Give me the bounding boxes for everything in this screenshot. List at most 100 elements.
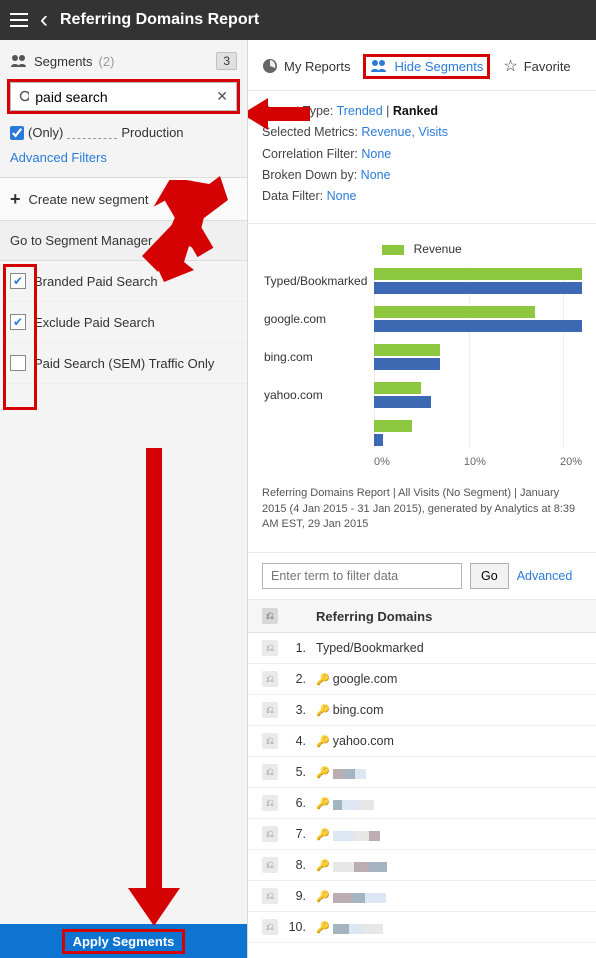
- correlation-filter-link[interactable]: None: [361, 147, 391, 161]
- table-row[interactable]: ⎌6.🔑: [248, 788, 596, 819]
- row-domain: 🔑: [316, 858, 387, 872]
- only-suffix: Production: [121, 125, 183, 140]
- row-domain: 🔑: [316, 920, 383, 934]
- chart-x-axis: 0%10%20%: [374, 456, 582, 468]
- row-number: 6.: [288, 796, 306, 810]
- segments-header: Segments (2) 3: [0, 40, 247, 78]
- meta-sep: |: [386, 104, 389, 118]
- segments-sidebar: Segments (2) 3 ✕ (Only) Production Advan…: [0, 40, 248, 958]
- legend-label: Revenue: [414, 242, 462, 256]
- plus-icon: +: [10, 190, 21, 208]
- meta-label: Selected Metrics:: [262, 125, 358, 139]
- report-tabs: My Reports Hide Segments ☆ Favorite: [248, 40, 596, 91]
- segment-result-list: Branded Paid Search Exclude Paid Search …: [0, 261, 247, 924]
- back-chevron-icon[interactable]: ‹: [40, 8, 48, 32]
- meta-label: Broken Down by:: [262, 168, 357, 182]
- chart-bar-secondary: [374, 282, 582, 294]
- apply-segments-label: Apply Segments: [65, 932, 183, 951]
- table-filter-input[interactable]: [262, 563, 462, 589]
- row-number: 10.: [288, 920, 306, 934]
- chart-row-label: Typed/Bookmarked: [262, 274, 374, 288]
- go-button[interactable]: Go: [470, 563, 509, 589]
- segment-checkbox[interactable]: [10, 355, 26, 371]
- data-filter-link[interactable]: None: [327, 189, 357, 203]
- apply-segments-button[interactable]: Apply Segments: [0, 924, 247, 958]
- row-number: 3.: [288, 703, 306, 717]
- table-row[interactable]: ⎌3.🔑 bing.com: [248, 695, 596, 726]
- row-domain: 🔑 yahoo.com: [316, 734, 394, 748]
- segment-item[interactable]: Branded Paid Search: [0, 261, 247, 302]
- meta-label: Data Filter:: [262, 189, 323, 203]
- axis-tick: 0%: [374, 456, 390, 468]
- segments-count: (2): [99, 54, 115, 69]
- row-settings-icon[interactable]: ⎌: [262, 919, 278, 935]
- segment-checkbox[interactable]: [10, 314, 26, 330]
- go-segment-manager-link[interactable]: Go to Segment Manager: [0, 221, 247, 261]
- segment-search-field[interactable]: [35, 89, 216, 105]
- only-filter-row: (Only) Production: [0, 119, 247, 144]
- report-type-trended-link[interactable]: Trended: [337, 104, 383, 118]
- table-advanced-link[interactable]: Advanced: [517, 569, 573, 583]
- segment-item[interactable]: Paid Search (SEM) Traffic Only: [0, 343, 247, 384]
- legend-swatch: [382, 245, 404, 255]
- tab-favorite-label: Favorite: [524, 59, 571, 74]
- segment-item-label: Exclude Paid Search: [34, 315, 155, 330]
- people-icon: [10, 54, 28, 68]
- chart-bar-revenue: [374, 420, 412, 432]
- tab-favorite[interactable]: ☆ Favorite: [503, 56, 570, 76]
- selected-metrics-link[interactable]: Revenue, Visits: [361, 125, 448, 139]
- table-row[interactable]: ⎌7.🔑: [248, 819, 596, 850]
- segments-badge: 3: [216, 52, 237, 70]
- row-settings-icon[interactable]: ⎌: [262, 826, 278, 842]
- row-settings-icon[interactable]: ⎌: [262, 640, 278, 656]
- row-settings-icon[interactable]: ⎌: [262, 671, 278, 687]
- chart-grid: Typed/Bookmarkedgoogle.combing.comyahoo.…: [262, 266, 582, 448]
- chart-caption: Referring Domains Report | All Visits (N…: [248, 474, 596, 552]
- table-row[interactable]: ⎌1.Typed/Bookmarked: [248, 633, 596, 664]
- chart-bar-revenue: [374, 382, 421, 394]
- people-icon: [370, 59, 388, 73]
- row-settings-icon[interactable]: ⎌: [262, 888, 278, 904]
- advanced-filters-link[interactable]: Advanced Filters: [0, 144, 247, 177]
- hamburger-menu-icon[interactable]: [10, 13, 28, 27]
- table-row[interactable]: ⎌4.🔑 yahoo.com: [248, 726, 596, 757]
- tab-hide-segments[interactable]: Hide Segments: [366, 57, 487, 76]
- only-store-placeholder: [67, 127, 117, 139]
- clear-search-icon[interactable]: ✕: [216, 88, 228, 105]
- table-row[interactable]: ⎌8.🔑: [248, 850, 596, 881]
- table-header: ⎌ Referring Domains: [248, 600, 596, 633]
- chart-bar-revenue: [374, 268, 582, 280]
- row-number: 1.: [288, 641, 306, 655]
- table-row[interactable]: ⎌ 10. 🔑: [248, 912, 596, 943]
- segment-item[interactable]: Exclude Paid Search: [0, 302, 247, 343]
- segment-item-label: Branded Paid Search: [34, 274, 158, 289]
- tab-my-reports[interactable]: My Reports: [262, 58, 350, 74]
- row-settings-icon[interactable]: ⎌: [262, 702, 278, 718]
- meta-label: Report Type:: [262, 104, 333, 118]
- referring-domains-table: ⎌ Referring Domains ⎌1.Typed/Bookmarked⎌…: [248, 599, 596, 943]
- only-label: (Only): [28, 125, 63, 140]
- table-row[interactable]: ⎌2.🔑 google.com: [248, 664, 596, 695]
- segment-search-input[interactable]: ✕: [10, 82, 237, 111]
- table-row[interactable]: ⎌9.🔑: [248, 881, 596, 912]
- chart-row: [262, 418, 582, 448]
- segment-checkbox[interactable]: [10, 273, 26, 289]
- broken-down-link[interactable]: None: [361, 168, 391, 182]
- key-icon: 🔑: [316, 767, 333, 779]
- column-settings-icon[interactable]: ⎌: [262, 608, 278, 624]
- table-row[interactable]: ⎌5.🔑: [248, 757, 596, 788]
- row-number: 2.: [288, 672, 306, 686]
- key-icon: 🔑: [316, 829, 333, 841]
- chart-bar-secondary: [374, 434, 383, 446]
- key-icon: 🔑: [316, 922, 333, 934]
- row-settings-icon[interactable]: ⎌: [262, 733, 278, 749]
- chart-bar-revenue: [374, 306, 535, 318]
- row-settings-icon[interactable]: ⎌: [262, 795, 278, 811]
- create-segment-button[interactable]: + Create new segment: [0, 177, 247, 221]
- row-settings-icon[interactable]: ⎌: [262, 764, 278, 780]
- chart-bar-secondary: [374, 358, 440, 370]
- only-checkbox[interactable]: [10, 126, 24, 140]
- row-domain: 🔑: [316, 827, 380, 841]
- row-settings-icon[interactable]: ⎌: [262, 857, 278, 873]
- chart-bar-revenue: [374, 344, 440, 356]
